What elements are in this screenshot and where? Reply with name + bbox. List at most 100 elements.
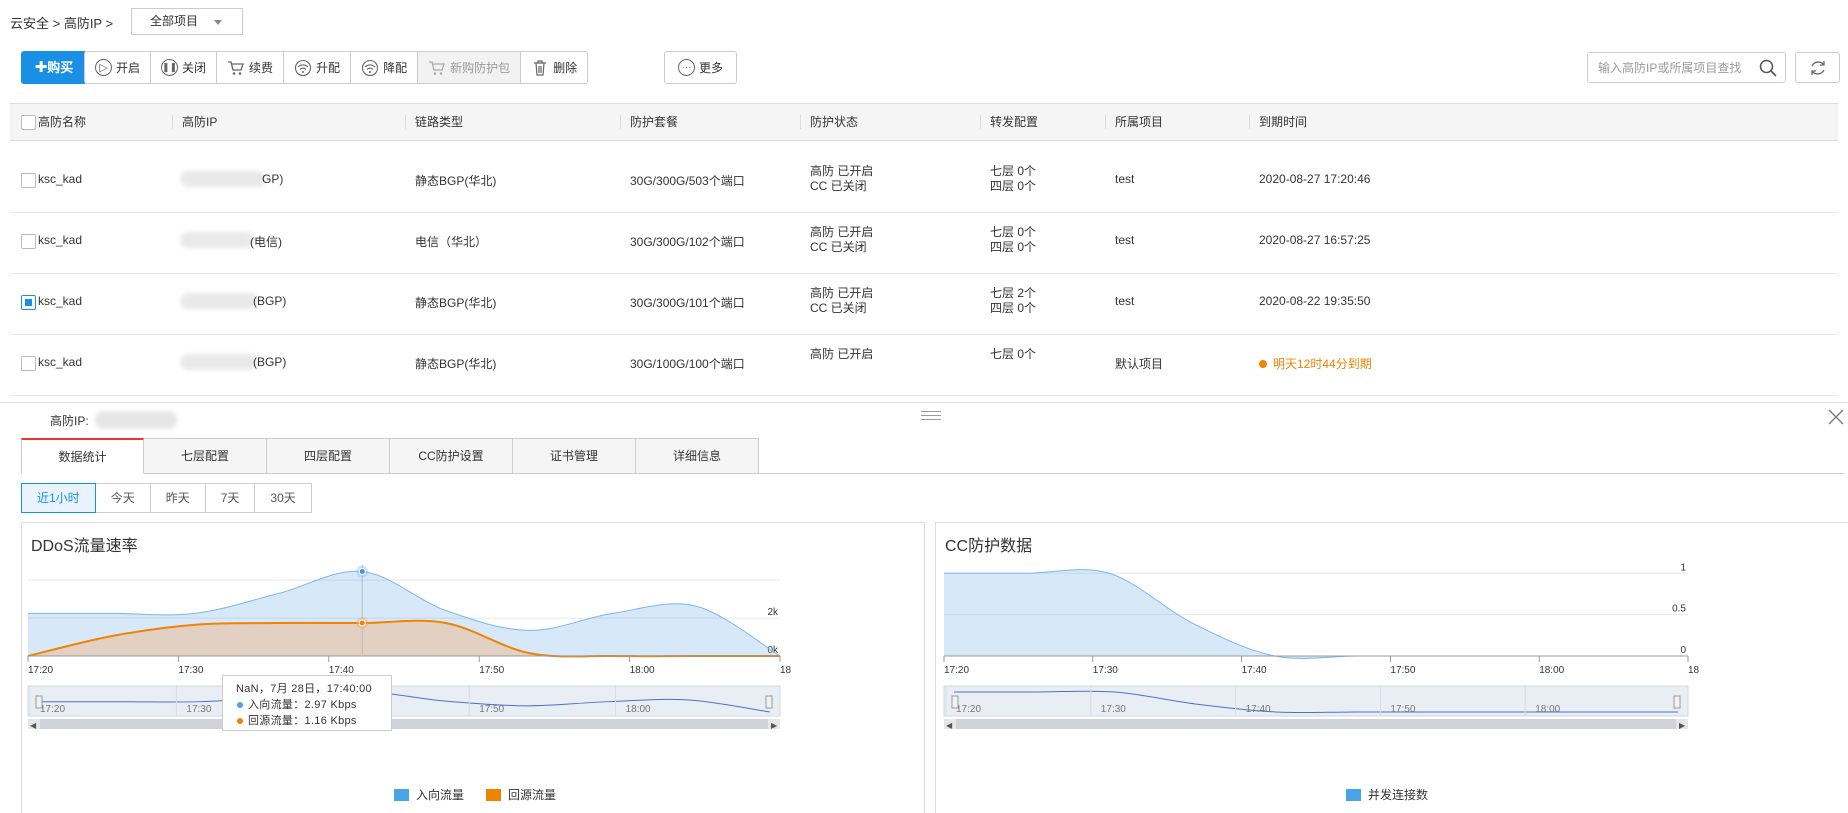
range-yesterday[interactable]: 昨天 — [150, 483, 206, 513]
col-status-label: 防护状态 — [810, 115, 859, 129]
downgrade-button[interactable]: 降配 — [351, 52, 419, 83]
col-project[interactable]: 所属项目 — [1105, 104, 1163, 141]
refresh-button[interactable] — [1795, 52, 1840, 83]
column-divider — [620, 115, 621, 129]
delete-button-label: 删除 — [553, 61, 578, 75]
close-icon[interactable] — [1827, 408, 1845, 426]
cart-icon — [228, 60, 244, 75]
col-package-label: 防护套餐 — [630, 115, 679, 129]
row-name[interactable]: ksc_kad — [38, 172, 82, 186]
navigator-bg — [27, 685, 781, 717]
drag-handle-icon[interactable] — [921, 411, 941, 423]
navigator-handle-right — [1673, 695, 1681, 709]
tab-l4-config[interactable]: 四层配置 — [267, 438, 390, 474]
tab-cc-settings[interactable]: CC防护设置 — [390, 438, 513, 474]
legend-concurrent[interactable]: 并发连接数 — [1368, 786, 1428, 803]
new-protection-package-label: 新购防护包 — [450, 61, 511, 75]
start-button[interactable]: ▷ 开启 — [85, 52, 152, 83]
action-button-group: ▷ 开启 ❚❚ 关闭 续费 升配 降配 新购防护包 删除 — [84, 51, 589, 84]
tab-l7-config[interactable]: 七层配置 — [144, 438, 267, 474]
cc-chart[interactable]: 0 0.5 1 17:20 17:30 17:40 17:50 18:00 18 17:20 17:… — [936, 523, 1848, 813]
row-checkbox[interactable] — [21, 234, 36, 249]
masked-ip — [180, 171, 266, 187]
row-checkbox[interactable] — [21, 356, 36, 371]
table-row[interactable]: ksc_kad (BGP) 静态BGP(华北) 30G/100G/100个端口 … — [10, 324, 1838, 396]
row-checkbox[interactable] — [21, 173, 36, 188]
buy-button[interactable]: ✚购买 — [21, 51, 87, 84]
new-protection-package-button[interactable]: 新购防护包 — [418, 52, 522, 83]
stop-button-label: 关闭 — [182, 61, 207, 75]
tab-certificates[interactable]: 证书管理 — [513, 438, 636, 474]
tab-data-stats[interactable]: 数据统计 — [21, 438, 144, 474]
legend-in[interactable]: 入向流量 — [416, 786, 464, 803]
navigator-tick-label: 17:30 — [1101, 704, 1126, 715]
masked-ip — [180, 232, 254, 248]
row-package: 30G/300G/503个端口 — [630, 174, 745, 188]
tooltip-in-row: 入向流量：2.97 Kbps — [237, 697, 391, 713]
legend-swatch-back — [486, 788, 502, 801]
row-link: 静态BGP(华北) — [415, 357, 497, 371]
range-today[interactable]: 今天 — [95, 483, 151, 513]
warning-dot-icon — [1259, 360, 1267, 368]
row-status-cc: CC 已关闭 — [810, 179, 867, 193]
navigator-tick-label: 18:00 — [1535, 704, 1560, 715]
scroll-left-icon: ◀ — [30, 721, 37, 730]
scroll-right-icon: ▶ — [1679, 721, 1686, 730]
row-forward-l4[interactable]: 四层 0个 — [990, 239, 1036, 256]
row-expire: 明天12时44分到期 — [1273, 357, 1372, 371]
search-input[interactable] — [1588, 53, 1748, 82]
row-forward-l7[interactable]: 七层 0个 — [990, 346, 1036, 363]
row-name[interactable]: ksc_kad — [38, 355, 82, 369]
renew-button[interactable]: 续费 — [217, 52, 285, 83]
range-7d[interactable]: 7天 — [205, 483, 256, 513]
upgrade-button[interactable]: 升配 — [284, 52, 352, 83]
row-name[interactable]: ksc_kad — [38, 233, 82, 247]
row-status-ddos: 高防 已开启 — [810, 347, 874, 361]
row-checkbox-checked[interactable] — [21, 295, 36, 310]
tab-details[interactable]: 详细信息 — [636, 438, 759, 474]
refresh-icon — [1810, 60, 1825, 75]
detail-panel: 高防IP: 数据统计 七层配置 四层配置 CC防护设置 证书管理 详细信息 近1… — [0, 402, 1848, 813]
project-select[interactable]: 全部项目 — [131, 8, 243, 35]
navigator-tick-label: 17:20 — [956, 704, 981, 715]
ddos-legend: 入向流量 回源流量 — [394, 786, 556, 803]
navigator-tick-label: 17:30 — [186, 704, 211, 715]
col-ip[interactable]: 高防IP — [172, 104, 218, 141]
stop-button[interactable]: ❚❚ 关闭 — [151, 52, 218, 83]
col-name[interactable]: 高防名称 — [38, 104, 86, 141]
row-forward-l4[interactable]: 四层 0个 — [990, 178, 1036, 195]
row-forward-l4[interactable]: 四层 0个 — [990, 300, 1036, 317]
breadcrumb[interactable]: 云安全 > 高防IP > — [10, 13, 113, 32]
ddos-chart[interactable]: 0k2k17:20 17:30 17:40 17:50 18:00 1817:20 17:3… — [22, 523, 926, 813]
cc-legend: 并发连接数 — [1346, 786, 1428, 803]
cc-chart-panel: CC防护数据 0 0.5 1 17:20 17:30 17:40 17:50 18:00 18 1… — [935, 522, 1848, 813]
col-forward[interactable]: 转发配置 — [980, 104, 1038, 141]
row-name[interactable]: ksc_kad — [38, 294, 82, 308]
search-icon[interactable] — [1759, 59, 1777, 77]
range-30d[interactable]: 30天 — [255, 483, 312, 513]
row-link: 静态BGP(华北) — [415, 296, 497, 310]
row-ip-suffix: (BGP) — [253, 294, 287, 308]
start-button-label: 开启 — [116, 61, 141, 75]
legend-back[interactable]: 回源流量 — [508, 786, 556, 803]
tooltip-back-row: 回源流量：1.16 Kbps — [237, 713, 391, 729]
more-button-label: 更多 — [698, 61, 723, 75]
col-package[interactable]: 防护套餐 — [620, 104, 679, 141]
legend-swatch-concurrent — [1346, 788, 1361, 801]
col-ip-label: 高防IP — [182, 115, 218, 129]
navigator-tick-label: 17:50 — [1390, 704, 1415, 715]
range-1h[interactable]: 近1小时 — [21, 483, 96, 513]
masked-ip — [180, 354, 258, 370]
select-all-checkbox[interactable] — [21, 115, 36, 130]
ddos-chart-panel: DDoS流量速率 0k 2k 17:20 17:30 17:40 17:50 18:00 18… — [21, 522, 925, 813]
tooltip-header: NaN，7月 28日，17:40:00 — [236, 683, 372, 695]
col-link[interactable]: 链路类型 — [405, 104, 463, 141]
delete-button[interactable]: 删除 — [521, 52, 587, 83]
more-button[interactable]: ··· 更多 — [664, 51, 737, 84]
upgrade-button-label: 升配 — [316, 61, 341, 75]
x-tick-label: 17:50 — [1390, 665, 1415, 676]
col-expire[interactable]: 到期时间 — [1249, 104, 1307, 141]
col-status[interactable]: 防护状态 — [800, 104, 859, 141]
ip-table: 高防名称 高防IP 链路类型 防护套餐 防护状态 转发配置 所属项目 到期时间 … — [10, 103, 1845, 402]
buy-button-label: 购买 — [47, 60, 74, 75]
